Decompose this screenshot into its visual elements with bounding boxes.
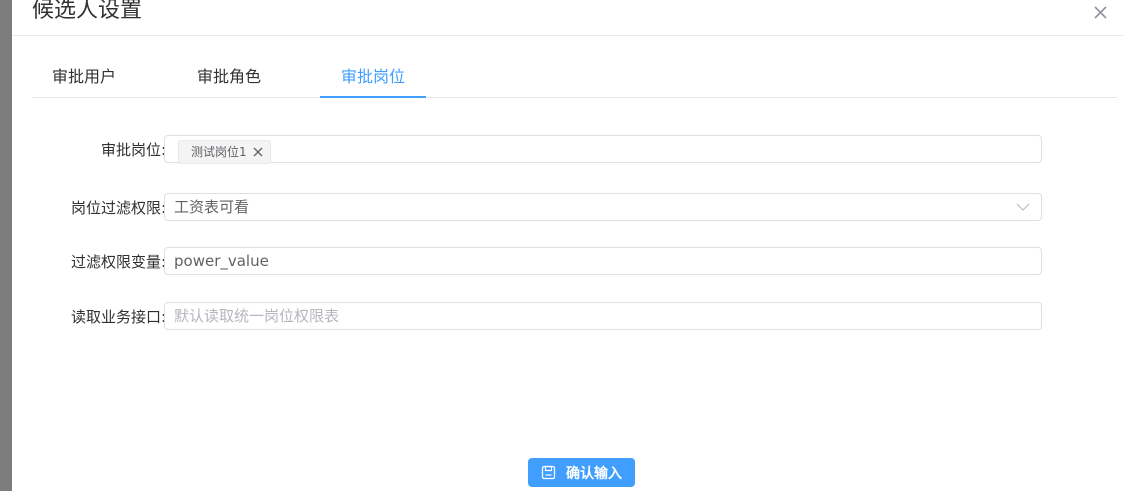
tag-label: 测试岗位1 xyxy=(191,145,247,159)
read-business-interface-input[interactable]: 默认读取统一岗位权限表 xyxy=(164,302,1042,330)
filter-permission-variable-input[interactable]: power_value xyxy=(164,247,1042,275)
filter-permission-variable-value: power_value xyxy=(174,252,269,270)
approval-post-label: 审批岗位: xyxy=(100,141,166,159)
close-button[interactable] xyxy=(1091,1,1111,23)
filter-permission-variable-label: 过滤权限变量: xyxy=(70,253,166,271)
tab-approval-users[interactable]: 审批用户 xyxy=(32,56,136,98)
form-row-approval-post: 审批岗位: 测试岗位1 xyxy=(12,135,1123,165)
chevron-down-icon[interactable] xyxy=(1016,201,1030,213)
approval-post-select[interactable]: 测试岗位1 xyxy=(164,135,1042,164)
close-icon[interactable] xyxy=(252,146,264,158)
form-row-filter-permission-variable: 过滤权限变量: power_value xyxy=(12,247,1123,277)
confirm-input-label: 确认输入 xyxy=(566,465,622,482)
post-filter-permission-label: 岗位过滤权限: xyxy=(70,199,166,217)
form-row-read-business-interface: 读取业务接口: 默认读取统一岗位权限表 xyxy=(12,302,1123,332)
post-filter-permission-value: 工资表可看 xyxy=(174,198,250,216)
tab-approval-posts[interactable]: 审批岗位 xyxy=(320,56,426,98)
header-divider xyxy=(12,35,1123,36)
confirm-input-button[interactable]: 确认输入 xyxy=(528,458,635,487)
close-icon xyxy=(1094,6,1107,19)
selected-post-tag: 测试岗位1 xyxy=(178,140,271,164)
read-business-interface-placeholder: 默认读取统一岗位权限表 xyxy=(174,307,340,325)
tab-bar: 审批用户 审批角色 审批岗位 xyxy=(32,56,1117,98)
candidate-settings-dialog: 候选人设置 审批用户 审批角色 审批岗位 审批岗位: 测试岗位1 岗位过滤权限: xyxy=(12,0,1123,491)
form-row-post-filter-permission: 岗位过滤权限: 工资表可看 xyxy=(12,193,1123,223)
post-filter-permission-select[interactable]: 工资表可看 xyxy=(164,193,1042,221)
save-icon xyxy=(541,465,556,480)
read-business-interface-label: 读取业务接口: xyxy=(70,308,166,326)
dialog-title: 候选人设置 xyxy=(32,0,143,23)
tab-approval-roles[interactable]: 审批角色 xyxy=(176,56,282,98)
